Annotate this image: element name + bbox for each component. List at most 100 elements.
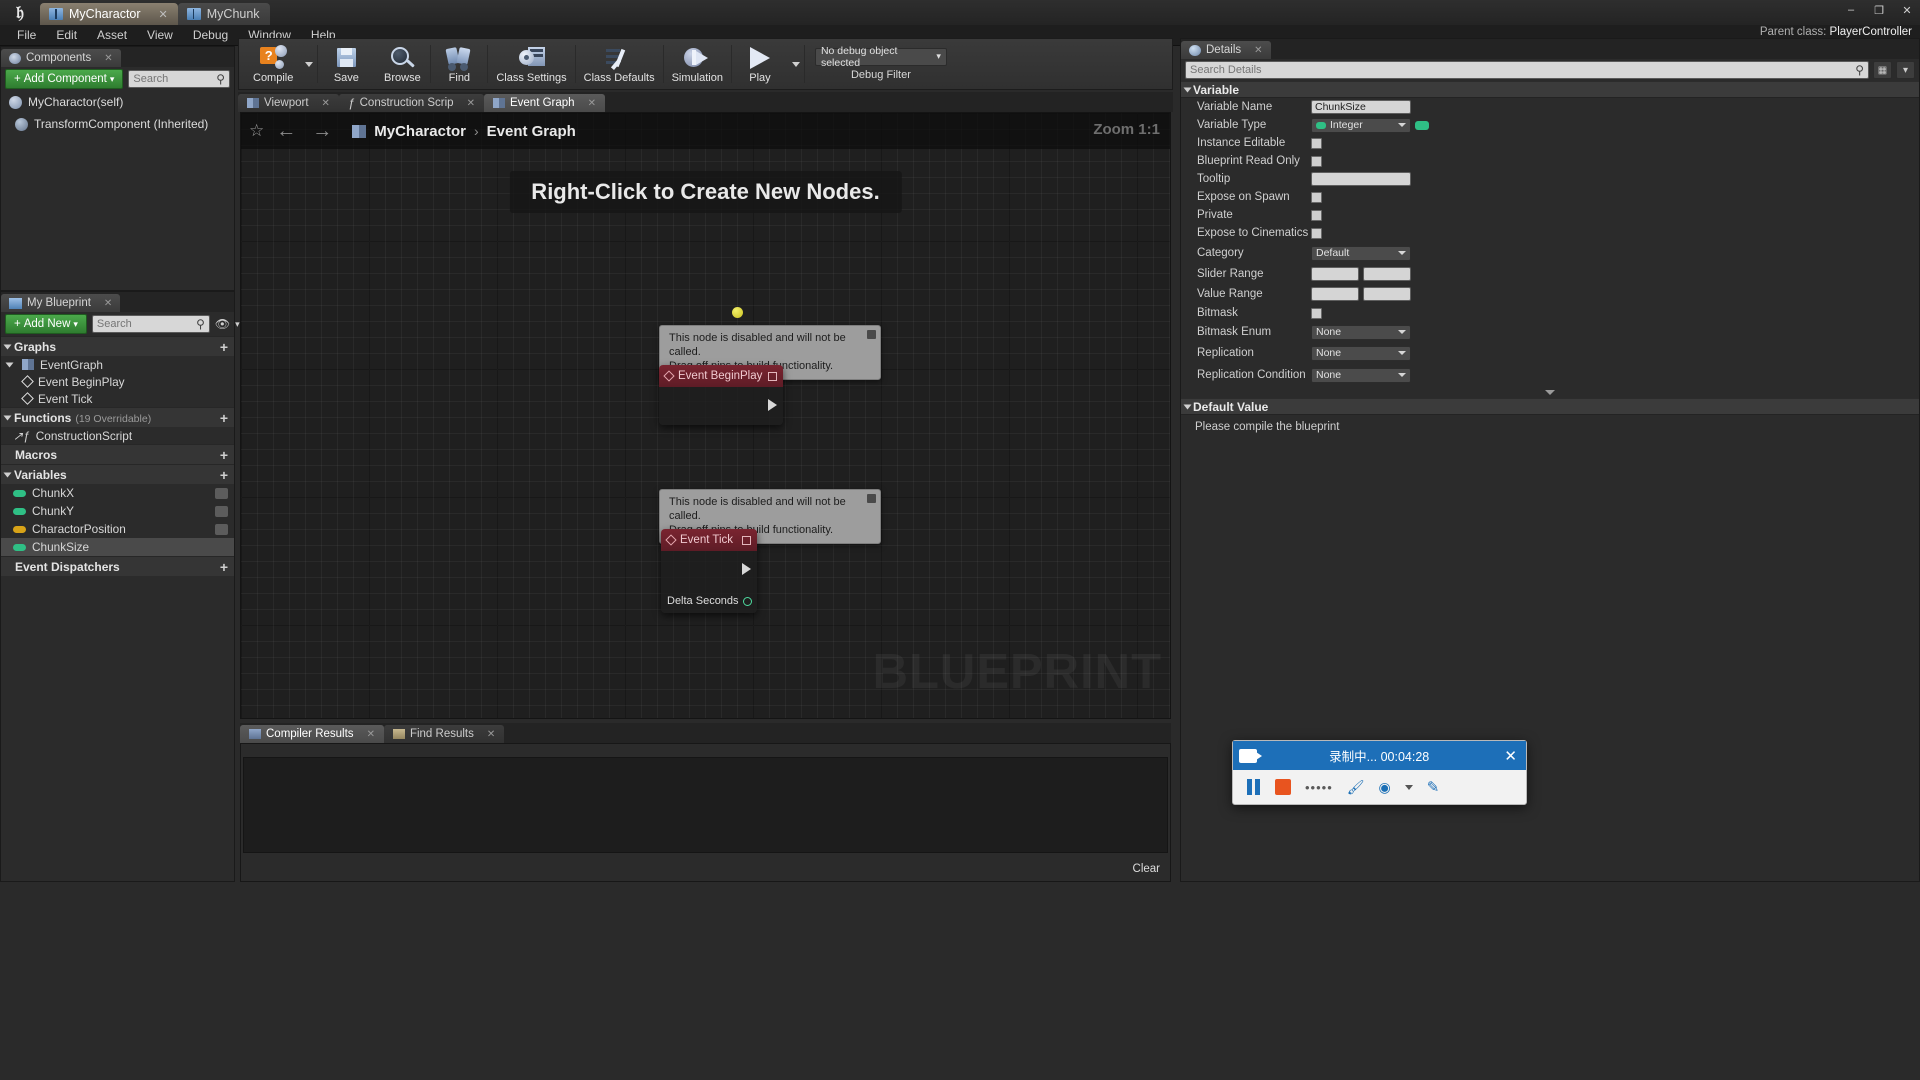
close-icon[interactable]: ✕ <box>487 729 495 740</box>
add-variable-button[interactable]: + <box>220 468 228 482</box>
breadcrumb-current[interactable]: Event Graph <box>487 123 576 140</box>
close-icon[interactable]: ✕ <box>588 98 596 109</box>
section-event-dispatchers[interactable]: Event Dispatchers + <box>1 556 234 576</box>
pin-note-icon[interactable] <box>867 330 876 339</box>
close-icon[interactable]: ✕ <box>367 729 375 740</box>
instance-editable-checkbox[interactable] <box>1311 137 1322 149</box>
exec-output-pin[interactable] <box>768 399 777 411</box>
function-item-constructionscript[interactable]: ↗ƒ ConstructionScript <box>1 427 234 444</box>
add-component-button[interactable]: + Add Component ▾ <box>5 69 124 89</box>
exec-output-pin[interactable] <box>742 563 751 575</box>
pause-button[interactable] <box>1247 779 1261 795</box>
close-button[interactable]: ✕ <box>1898 2 1916 18</box>
bitmask-checkbox[interactable] <box>1311 307 1322 319</box>
my-blueprint-search-input[interactable]: ⚲ <box>91 315 210 333</box>
section-graphs[interactable]: Graphs + <box>1 336 234 356</box>
play-button[interactable]: Play <box>732 39 788 89</box>
close-icon[interactable]: ✕ <box>1254 45 1262 56</box>
replication-condition-select[interactable]: None <box>1311 367 1411 383</box>
details-search-input[interactable]: ⚲ <box>1185 61 1869 79</box>
slider-range-min-input[interactable] <box>1311 267 1359 281</box>
bitmask-enum-select[interactable]: None <box>1311 324 1411 340</box>
section-macros[interactable]: Macros + <box>1 444 234 464</box>
tab-compiler-results[interactable]: Compiler Results ✕ <box>240 725 384 743</box>
variable-name-input[interactable]: ChunkSize <box>1311 100 1411 114</box>
node-event-tick[interactable]: Event Tick Delta Seconds <box>661 529 757 613</box>
play-dropdown-icon[interactable] <box>791 61 800 67</box>
favorite-star-icon[interactable]: ☆ <box>249 121 264 141</box>
highlighter-icon[interactable]: 🖌 <box>1347 779 1365 796</box>
eye-icon[interactable]: 👁 <box>215 317 230 331</box>
add-new-button[interactable]: + Add New ▾ <box>5 314 87 334</box>
breadcrumb-root[interactable]: MyCharactor <box>374 123 466 140</box>
chevron-down-icon[interactable] <box>1404 784 1413 790</box>
clear-results-button[interactable]: Clear <box>1133 863 1160 875</box>
blueprint-read-only-checkbox[interactable] <box>1311 155 1322 167</box>
section-functions[interactable]: Functions (19 Overridable) + <box>1 407 234 427</box>
search-field[interactable] <box>133 73 217 85</box>
graph-item-event-beginplay[interactable]: Event BeginPlay <box>1 373 234 390</box>
variable-item-chunksize[interactable]: ChunkSize <box>1 538 234 556</box>
details-grid-view-button[interactable]: ▦ <box>1873 61 1892 79</box>
close-icon[interactable]: ✕ <box>104 53 112 64</box>
tab-my-blueprint[interactable]: My Blueprint ✕ <box>1 294 121 312</box>
class-defaults-button[interactable]: Class Defaults <box>576 39 663 89</box>
category-default-value[interactable]: Default Value <box>1181 398 1919 415</box>
category-variable[interactable]: Variable <box>1181 81 1919 98</box>
component-item-self[interactable]: MyCharactor(self) <box>1 91 234 113</box>
tab-details[interactable]: Details ✕ <box>1181 41 1271 59</box>
add-graph-button[interactable]: + <box>220 340 228 354</box>
screen-recorder-widget[interactable]: 录制中... 00:04:28 ✕ ••••• 🖌 ◉ ✎ <box>1232 740 1527 805</box>
delta-seconds-output-pin[interactable] <box>743 597 752 606</box>
expose-to-cinematics-checkbox[interactable] <box>1311 227 1322 239</box>
graph-item-event-tick[interactable]: Event Tick <box>1 390 234 407</box>
value-range-max-input[interactable] <box>1363 287 1411 301</box>
components-search-input[interactable]: ⚲ <box>128 70 230 88</box>
window-tab-mycharactor[interactable]: MyCharactor ✕ <box>40 3 178 25</box>
details-collapse-handle[interactable] <box>1181 386 1919 398</box>
maximize-button[interactable]: ❐ <box>1870 2 1888 18</box>
variable-item-chunky[interactable]: ChunkY <box>1 502 234 520</box>
window-tab-mychunk[interactable]: MyChunk <box>177 3 270 25</box>
node-collapse-pin[interactable] <box>768 371 777 381</box>
replication-select[interactable]: None <box>1311 345 1411 361</box>
visibility-toggle-icon[interactable] <box>215 523 228 535</box>
add-macro-button[interactable]: + <box>220 448 228 462</box>
pin-note-icon[interactable] <box>867 494 876 503</box>
visibility-toggle-icon[interactable] <box>215 505 228 517</box>
minimize-button[interactable]: – <box>1842 2 1860 18</box>
variable-type-select[interactable]: Integer <box>1311 117 1411 133</box>
spotlight-icon[interactable]: ◉ <box>1379 779 1391 796</box>
tab-viewport[interactable]: Viewport ✕ <box>238 94 339 112</box>
expose-on-spawn-checkbox[interactable] <box>1311 191 1322 203</box>
tab-components[interactable]: Components ✕ <box>1 49 121 67</box>
menu-item-debug[interactable]: Debug <box>184 26 237 44</box>
add-dispatcher-button[interactable]: + <box>220 560 228 574</box>
parent-class-value[interactable]: PlayerController <box>1830 26 1912 38</box>
variable-item-charactorposition[interactable]: CharactorPosition <box>1 520 234 538</box>
node-collapse-pin[interactable] <box>742 535 751 545</box>
menu-item-edit[interactable]: Edit <box>47 26 86 44</box>
close-icon[interactable]: ✕ <box>104 298 112 309</box>
search-field[interactable] <box>1190 64 1856 76</box>
annotate-line-button[interactable]: ••••• <box>1305 780 1333 795</box>
details-filter-button[interactable]: ▾ <box>1896 61 1915 79</box>
forward-arrow-icon[interactable]: → <box>308 120 336 143</box>
menu-item-view[interactable]: View <box>138 26 182 44</box>
private-checkbox[interactable] <box>1311 209 1322 221</box>
tooltip-input[interactable] <box>1311 172 1411 186</box>
pen-icon[interactable]: ✎ <box>1427 778 1440 796</box>
event-graph-canvas[interactable]: ☆ ← → MyCharactor › Event Graph Zoom 1:1… <box>240 112 1171 719</box>
type-array-toggle-icon[interactable] <box>1415 120 1429 130</box>
graph-item-eventgraph[interactable]: EventGraph <box>1 356 234 373</box>
compile-button[interactable]: ? Compile <box>239 39 301 89</box>
node-event-beginplay[interactable]: Event BeginPlay <box>659 365 783 425</box>
menu-item-asset[interactable]: Asset <box>88 26 136 44</box>
class-settings-button[interactable]: Class Settings <box>488 39 574 89</box>
visibility-toggle-icon[interactable] <box>215 487 228 499</box>
close-icon[interactable]: ✕ <box>467 98 475 109</box>
tab-construction-script[interactable]: ƒ Construction Scrip ✕ <box>338 94 484 112</box>
simulation-button[interactable]: Simulation <box>664 39 731 89</box>
back-arrow-icon[interactable]: ← <box>272 120 300 143</box>
close-icon[interactable]: ✕ <box>322 98 330 109</box>
